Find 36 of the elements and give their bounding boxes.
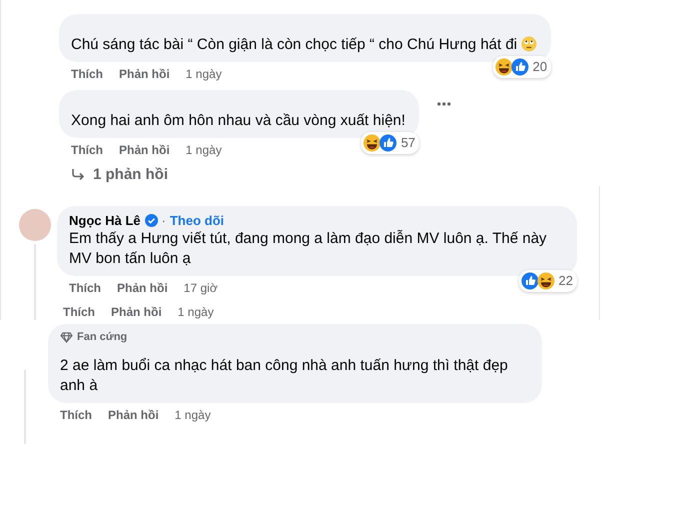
comment-time[interactable]: 1 ngày — [186, 66, 222, 82]
comment-action-link[interactable]: Phản hồi — [117, 280, 168, 296]
view-replies-link[interactable]: 1 phản hồi — [71, 166, 600, 183]
reply-arrow-icon — [71, 168, 85, 180]
comment-time[interactable]: 1 ngày — [186, 142, 222, 158]
comment-action-link[interactable]: Phản hồi — [111, 304, 162, 320]
thumbs-up-icon — [520, 272, 539, 290]
comment-action-link[interactable]: Thích — [71, 142, 103, 158]
comment-time[interactable]: 1 ngày — [174, 407, 211, 423]
comment-text: Chú sáng tác bài “ Còn giận là còn chọc tiếp “ cho Chú Hưng hát đi — [71, 36, 518, 53]
separator-dot: · — [162, 212, 166, 229]
thumbs-up-icon — [378, 134, 397, 152]
comment-action-link[interactable]: Thích — [71, 66, 103, 82]
laughing-emoji-icon — [494, 58, 513, 76]
thumbs-up-icon — [510, 58, 529, 76]
more-options-icon[interactable] — [437, 102, 452, 106]
follow-link[interactable]: Theo dõi — [170, 212, 224, 229]
laughing-emoji-icon — [536, 272, 555, 290]
comment-action-link[interactable]: Phản hồi — [119, 142, 170, 158]
comment-text: Em thấy a Hưng viết tút, đang mong a làm đạo diễn MV luôn ạ. Thế này MV bon tấn luôn ạ — [69, 230, 547, 267]
laughing-emoji-icon — [362, 134, 381, 152]
reaction-summary[interactable]: 57 — [360, 132, 420, 154]
comment-time[interactable]: 1 ngày — [178, 304, 214, 320]
author-name[interactable]: Ngọc Hà Lê — [69, 212, 141, 229]
comment-text: 2 ae làm buổi ca nhạc hát ban công nhà anh tuấn hưng thì thật đẹp anh à — [60, 357, 508, 394]
reaction-summary[interactable]: 20 — [492, 56, 552, 78]
comment-action-link[interactable]: Thích — [60, 407, 92, 423]
badge-label: Fan cứng — [77, 330, 128, 344]
comment-action-link[interactable]: Thích — [63, 304, 95, 320]
comment-text: Xong hai anh ôm hôn nhau và cầu vòng xuất hiện! — [71, 112, 406, 129]
diamond-icon — [60, 332, 73, 342]
comment-action-link[interactable]: Thích — [69, 280, 101, 296]
reaction-summary[interactable]: 22 — [518, 270, 577, 292]
comment-action-link[interactable]: Phản hồi — [119, 66, 170, 82]
comment-time[interactable]: 17 giờ — [184, 280, 218, 296]
comment-action-link[interactable]: Phản hồi — [108, 407, 159, 423]
